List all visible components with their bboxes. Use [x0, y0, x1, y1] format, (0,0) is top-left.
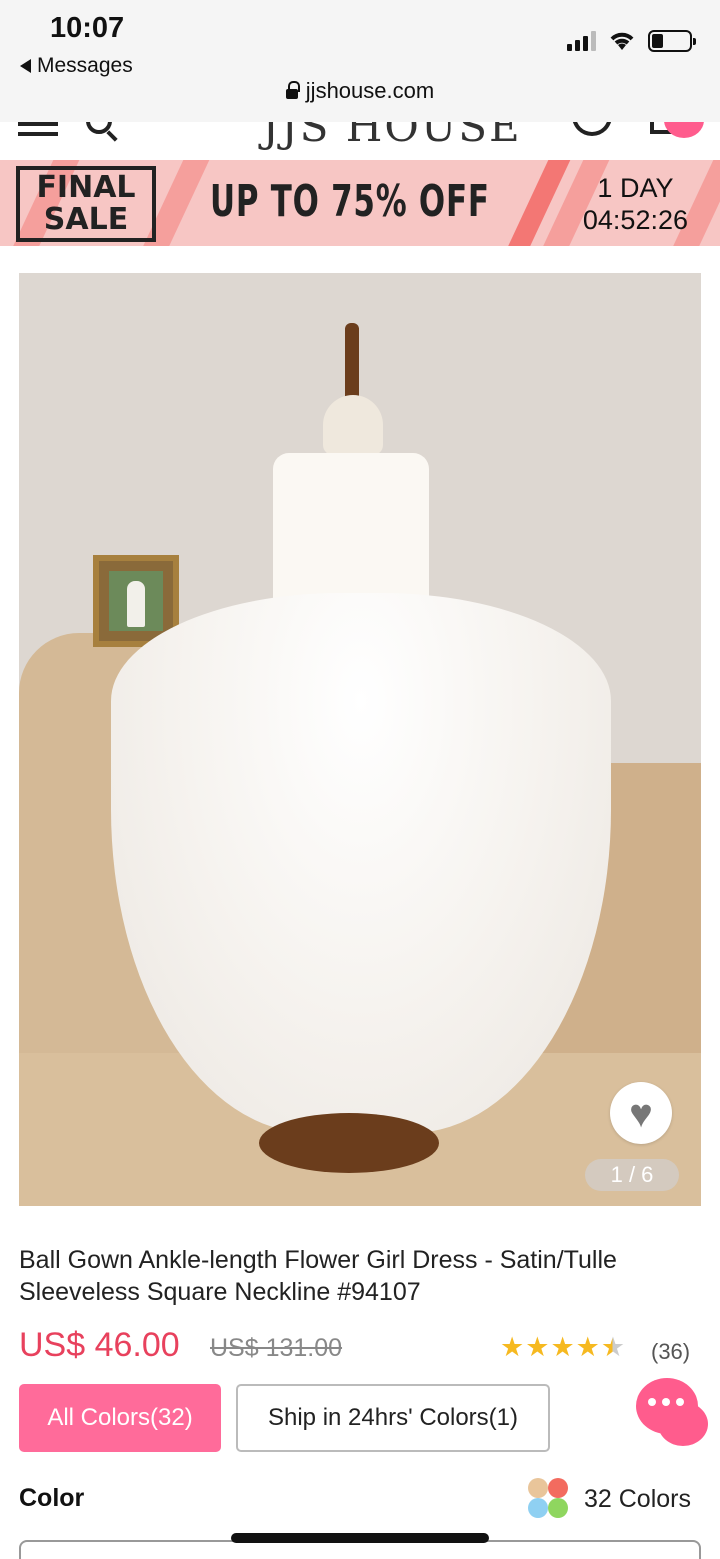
color-section-label: Color: [19, 1484, 85, 1512]
star-rating[interactable]: ★ ★ ★ ★ ★: [500, 1332, 625, 1363]
product-title: Ball Gown Ankle-length Flower Girl Dress…: [19, 1246, 617, 1306]
site-header: JJS HOUSE: [0, 122, 720, 160]
heart-icon: ♥: [629, 1092, 653, 1136]
final-sale-badge: FINAL SALE: [16, 166, 156, 242]
countdown-timer: 1 DAY 04:52:26: [583, 172, 688, 236]
color-palette-icon: [528, 1478, 570, 1520]
image-counter: 1 / 6: [585, 1159, 679, 1191]
promo-banner[interactable]: FINAL SALE UP TO 75% OFF 1 DAY 04:52:26: [0, 160, 720, 246]
status-time: 10:07: [50, 12, 125, 44]
back-to-messages-link[interactable]: Messages: [20, 54, 133, 78]
countdown-days: 1 DAY: [597, 173, 674, 203]
home-indicator[interactable]: [231, 1533, 489, 1543]
badge-line-1: FINAL: [36, 170, 136, 205]
ship-24hrs-colors-button[interactable]: Ship in 24hrs' Colors(1): [236, 1384, 550, 1452]
colors-count-text: 32 Colors: [584, 1484, 691, 1513]
star-icon: ★: [525, 1332, 549, 1362]
countdown-time: 04:52:26: [582, 205, 688, 235]
original-price: US$ 131.00: [210, 1334, 343, 1362]
live-chat-button[interactable]: [636, 1378, 712, 1452]
add-to-wishlist-button[interactable]: ♥: [610, 1082, 672, 1144]
url-text: jjshouse.com: [305, 78, 435, 103]
hamburger-menu-icon[interactable]: [18, 122, 58, 142]
wifi-icon: [610, 32, 634, 50]
review-count[interactable]: (36): [651, 1339, 690, 1365]
cellular-signal-icon: [567, 31, 596, 51]
star-icon: ★: [550, 1332, 574, 1362]
star-icon: ★: [575, 1332, 600, 1362]
cart-badge: [664, 122, 704, 138]
half-star-icon: ★: [600, 1332, 625, 1362]
system-icons: [567, 30, 696, 52]
product-image[interactable]: ♥ 1 / 6: [19, 273, 701, 1206]
lock-icon: [285, 81, 300, 99]
wishlist-icon[interactable]: [572, 122, 612, 136]
colors-count-link[interactable]: 32 Colors: [528, 1478, 691, 1520]
back-arrow-icon: [20, 59, 31, 73]
all-colors-button[interactable]: All Colors(32): [19, 1384, 221, 1452]
chat-dots-icon: [648, 1398, 684, 1406]
site-logo[interactable]: JJS HOUSE: [262, 122, 522, 151]
battery-icon: [648, 30, 696, 52]
promo-headline: UP TO 75% OFF: [210, 176, 490, 227]
star-icon: ★: [500, 1332, 524, 1362]
back-label: Messages: [37, 54, 133, 77]
status-bar: 10:07 Messages jjshouse.com: [0, 0, 720, 122]
product-price: US$ 46.00: [19, 1326, 180, 1364]
badge-line-2: SALE: [43, 202, 129, 237]
address-bar[interactable]: jjshouse.com: [0, 78, 720, 104]
search-icon[interactable]: [86, 122, 112, 134]
